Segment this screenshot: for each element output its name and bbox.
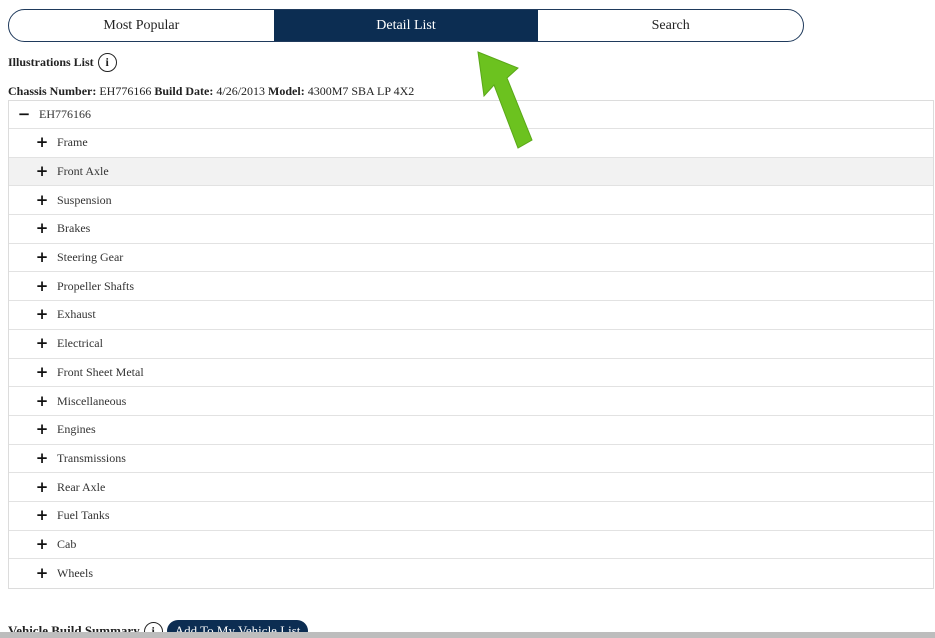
expand-icon[interactable]: + [35, 135, 49, 150]
expand-icon[interactable]: + [35, 566, 49, 581]
tree-root-label: EH776166 [39, 107, 91, 121]
tree-item-label: Cab [57, 536, 77, 551]
expand-icon[interactable]: + [35, 336, 49, 351]
info-icon[interactable]: i [97, 52, 117, 72]
tree-item-label: Rear Axle [57, 479, 106, 494]
expand-icon[interactable]: + [35, 164, 49, 179]
tab-detail-list[interactable]: Detail List [273, 10, 539, 41]
bottom-divider [0, 632, 935, 638]
tree-item-front-sheet-metal[interactable]: + Front Sheet Metal [9, 359, 933, 388]
tree-item-label: Transmissions [57, 450, 126, 465]
tab-most-popular[interactable]: Most Popular [9, 10, 274, 41]
expand-icon[interactable]: + [35, 221, 49, 236]
expand-icon[interactable]: + [35, 422, 49, 437]
tree-root-node[interactable]: − EH776166 [9, 101, 933, 129]
tree-item-brakes[interactable]: + Brakes [9, 215, 933, 244]
tree-item-electrical[interactable]: + Electrical [9, 330, 933, 359]
tree-item-fuel-tanks[interactable]: + Fuel Tanks [9, 502, 933, 531]
tree-item-rear-axle[interactable]: + Rear Axle [9, 473, 933, 502]
tree-item-frame[interactable]: + Frame [9, 129, 933, 158]
tree-item-transmissions[interactable]: + Transmissions [9, 445, 933, 474]
tree-item-label: Fuel Tanks [57, 508, 110, 523]
expand-icon[interactable]: + [35, 450, 49, 466]
expand-icon[interactable]: + [35, 307, 49, 322]
illustrations-list-heading: Illustrations List i [8, 51, 117, 73]
tree-item-propeller-shafts[interactable]: + Propeller Shafts [9, 272, 933, 302]
tree-item-label: Propeller Shafts [57, 278, 134, 293]
expand-icon[interactable]: + [35, 192, 49, 208]
tree-item-front-axle[interactable]: + Front Axle [9, 157, 933, 187]
chassis-number-value: EH776166 [99, 84, 152, 98]
tree-item-label: Suspension [57, 192, 112, 207]
build-date-label: Build Date: [154, 84, 214, 98]
tab-search[interactable]: Search [538, 10, 803, 41]
tree-item-steering-gear[interactable]: + Steering Gear [9, 244, 933, 273]
expand-icon[interactable]: + [35, 278, 49, 294]
chassis-number-label: Chassis Number: [8, 84, 97, 98]
tree-item-label: Miscellaneous [57, 393, 127, 408]
expand-icon[interactable]: + [35, 250, 49, 265]
tree-item-label: Frame [57, 135, 88, 150]
expand-icon[interactable]: + [35, 364, 49, 380]
build-date-value: 4/26/2013 [216, 84, 266, 98]
tree-item-miscellaneous[interactable]: + Miscellaneous [9, 387, 933, 416]
model-label: Model: [268, 84, 305, 98]
tree-item-label: Brakes [57, 221, 91, 236]
tree-item-label: Steering Gear [57, 250, 124, 265]
tree-item-label: Engines [57, 422, 96, 437]
tab-bar: Most Popular Detail List Search [8, 9, 804, 42]
expand-icon[interactable]: + [35, 508, 49, 523]
expand-icon[interactable]: + [35, 536, 49, 552]
tree-item-label: Front Sheet Metal [57, 364, 144, 379]
tree-item-wheels[interactable]: + Wheels [9, 559, 933, 588]
tree-item-label: Wheels [57, 566, 93, 581]
tree-item-label: Exhaust [57, 307, 96, 322]
expand-icon[interactable]: + [35, 393, 49, 409]
tree-item-label: Front Axle [57, 164, 109, 179]
expand-icon[interactable]: + [35, 479, 49, 495]
collapse-icon[interactable]: − [17, 107, 31, 122]
chassis-info: Chassis Number: EH776166 Build Date: 4/2… [8, 84, 414, 99]
illustrations-tree: − EH776166 + Frame + Front Axle + Suspensio… [8, 100, 934, 589]
tree-item-label: Electrical [57, 336, 103, 351]
illustrations-list-label: Illustrations List [8, 54, 94, 69]
tree-item-engines[interactable]: + Engines [9, 416, 933, 445]
tree-item-exhaust[interactable]: + Exhaust [9, 301, 933, 330]
tree-item-cab[interactable]: + Cab [9, 531, 933, 560]
model-value: 4300M7 SBA LP 4X2 [307, 84, 415, 98]
tree-item-suspension[interactable]: + Suspension [9, 186, 933, 216]
